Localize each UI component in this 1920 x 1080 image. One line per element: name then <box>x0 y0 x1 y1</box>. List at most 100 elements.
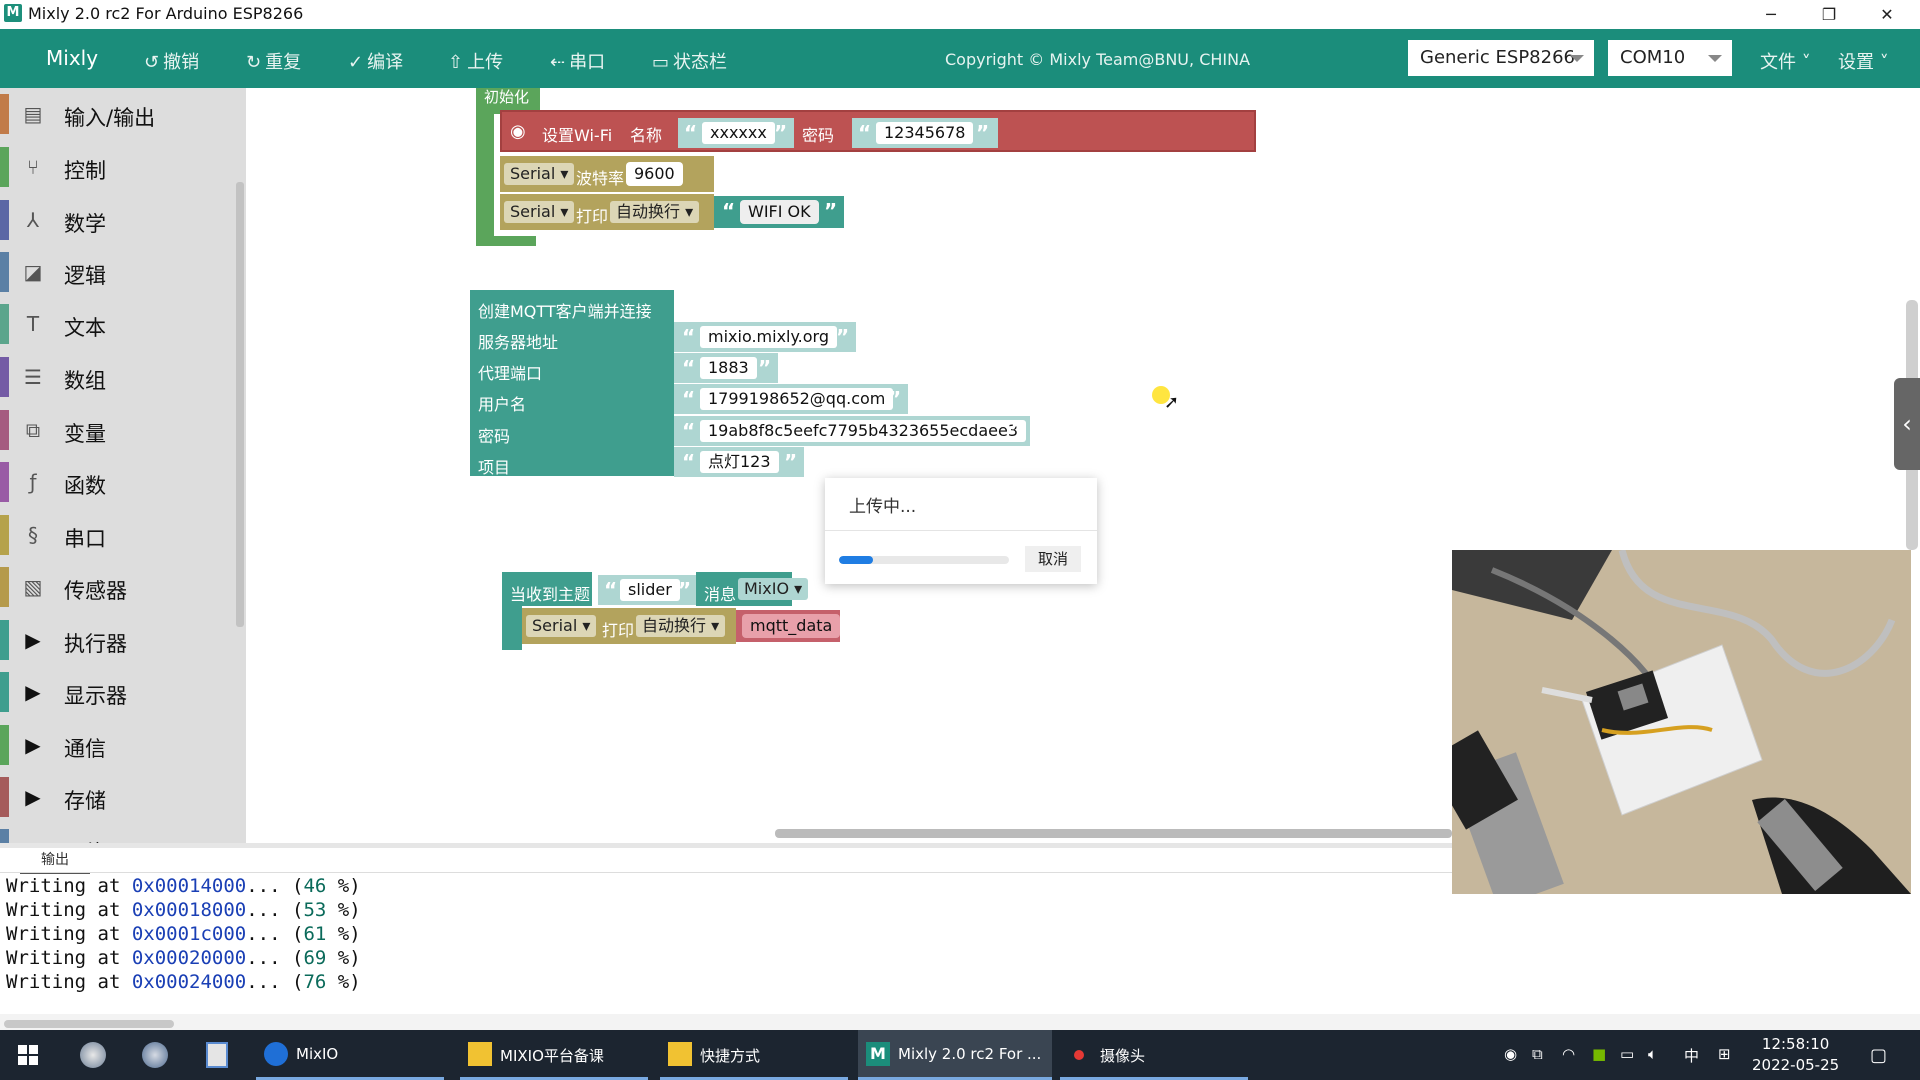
user-string-block[interactable]: “ 1799198652@qq.com ” <box>674 384 908 414</box>
category-actuators[interactable]: ▶ 执行器 <box>0 616 236 664</box>
wifi-password-value[interactable]: 12345678 <box>876 122 974 144</box>
bluetooth-icon[interactable]: ◉ <box>1504 1045 1517 1063</box>
project-string-block[interactable]: “ 点灯123 ” <box>674 447 804 477</box>
ime-indicator[interactable]: 中 <box>1684 1045 1699 1066</box>
baud-label: 波特率 <box>576 169 625 188</box>
mqtt-password-string-block[interactable]: “ 19ab8f8c5eefc7795b4323655ecdaee3 ” <box>674 416 1030 446</box>
topic-message-section[interactable]: 消息 MixIO ▾ <box>696 572 809 606</box>
board-select[interactable]: Generic ESP8266 <box>1408 40 1594 76</box>
output-prefix: Writing at <box>6 875 132 897</box>
keyboard-layout-icon[interactable]: ⊞ <box>1718 1045 1731 1063</box>
serial-begin-block[interactable]: Serial ▾ 波特率 9600 <box>500 156 714 192</box>
taskbar-app-camera[interactable]: 摄像头 <box>1060 1030 1248 1080</box>
category-sensors[interactable]: ▧ 传感器 <box>0 563 236 611</box>
topic-block-header[interactable]: 当收到主题 <box>502 572 592 606</box>
task-view-icon[interactable]: ⧉ <box>1532 1045 1543 1063</box>
file-menu[interactable]: 文件 ˅ <box>1760 48 1811 74</box>
category-io[interactable]: ▤ 输入/输出 <box>0 90 236 138</box>
category-functions[interactable]: ƒ 函数 <box>0 458 236 506</box>
taskbar-app-mixly[interactable]: M Mixly 2.0 rc2 For ... <box>858 1030 1052 1080</box>
port-string-block[interactable]: “ 1883 ” <box>674 353 778 383</box>
sidebar-scrollbar[interactable] <box>236 182 244 627</box>
restore-button[interactable]: ❐ <box>1806 0 1852 29</box>
serial-button[interactable]: ⇠ 串口 <box>550 48 605 74</box>
baud-value[interactable]: 9600 <box>626 162 683 186</box>
category-variables[interactable]: ⧉ 变量 <box>0 406 236 454</box>
drawer-toggle-button[interactable]: ‹ <box>1894 378 1920 470</box>
topic-value[interactable]: slider <box>620 579 680 601</box>
upload-button[interactable]: ⇧ 上传 <box>448 48 503 74</box>
output-console[interactable]: Writing at 0x00014000... (46 %) Writing … <box>0 873 1452 993</box>
pinned-app-icon[interactable] <box>142 1042 168 1068</box>
cancel-button[interactable]: 取消 <box>1025 546 1081 572</box>
category-network[interactable]: ▶ 网络 <box>0 825 236 843</box>
output-tab[interactable]: 输出 <box>20 848 90 874</box>
message-var-dropdown[interactable]: MixIO ▾ <box>738 578 809 600</box>
ssid-string-block[interactable]: “ xxxxxx ” <box>678 118 794 148</box>
notification-icon[interactable]: ▢ <box>1870 1045 1887 1066</box>
topic-print-block[interactable]: Serial ▾ 打印 自动换行 ▾ <box>522 608 736 644</box>
category-text[interactable]: T 文本 <box>0 300 236 348</box>
user-value[interactable]: 1799198652@qq.com <box>700 388 894 410</box>
wifi-password-string-block[interactable]: “ 12345678 ” <box>852 118 998 148</box>
taskbar-app-mixio[interactable]: MixIO <box>256 1030 444 1080</box>
server-value[interactable]: mixio.mixly.org <box>700 326 837 348</box>
mqtt-password-value[interactable]: 19ab8f8c5eefc7795b4323655ecdaee3 <box>700 420 1027 442</box>
mqtt-connect-block[interactable]: 创建MQTT客户端并连接 服务器地址 代理端口 用户名 密码 项目 <box>470 290 674 477</box>
output-horizontal-scrollbar[interactable] <box>4 1020 174 1028</box>
output-address: 0x00014000 <box>131 875 247 897</box>
redo-button[interactable]: ↻ 重复 <box>246 48 301 74</box>
wifi-block[interactable]: ◉ 设置Wi-Fi 名称 “ xxxxxx ” 密码 “ 12345678 ” <box>500 110 1256 152</box>
newline-dropdown[interactable]: 自动换行 ▾ <box>610 201 700 223</box>
newline-dropdown[interactable]: 自动换行 ▾ <box>636 615 726 637</box>
serial-dropdown[interactable]: Serial ▾ <box>504 201 575 223</box>
compile-button[interactable]: ✓ 编译 <box>348 48 403 74</box>
topic-string-block[interactable]: “ slider ” <box>598 575 696 605</box>
category-control[interactable]: ⑂ 控制 <box>0 143 236 191</box>
workspace-horizontal-scrollbar[interactable] <box>775 829 1452 838</box>
port-select[interactable]: COM10 <box>1608 40 1732 76</box>
mqtt-data-variable-block[interactable]: mqtt_data <box>736 610 841 642</box>
system-clock[interactable]: 12:58:10 2022-05-25 <box>1752 1034 1839 1076</box>
nvidia-icon[interactable]: ■ <box>1592 1045 1606 1063</box>
io-icon: ▤ <box>23 102 43 126</box>
statusbar-button[interactable]: ▭ 状态栏 <box>652 48 727 74</box>
windows-logo-icon[interactable] <box>18 1045 38 1069</box>
wifi-ok-value[interactable]: WIFI OK <box>740 200 819 224</box>
wifi-ok-string-block[interactable]: “ WIFI OK ” <box>714 196 844 228</box>
category-displays[interactable]: ▶ 显示器 <box>0 668 236 716</box>
brand-name[interactable]: Mixly <box>46 46 98 70</box>
minimize-button[interactable]: ─ <box>1748 0 1794 29</box>
ssid-value[interactable]: xxxxxx <box>702 122 775 144</box>
battery-icon[interactable]: ▭ <box>1620 1045 1634 1063</box>
quote-open-icon: “ <box>682 450 696 474</box>
volume-icon[interactable]: 🔈︎ <box>1648 1045 1657 1063</box>
project-value[interactable]: 点灯123 <box>700 451 779 473</box>
category-logic[interactable]: ◪ 逻辑 <box>0 248 236 296</box>
pinned-app-icon[interactable] <box>80 1042 106 1068</box>
port-label: 代理端口 <box>478 364 543 383</box>
setup-block-body[interactable] <box>476 114 494 244</box>
wifi-icon[interactable]: ◠ <box>1562 1045 1575 1063</box>
category-communication[interactable]: ▶ 通信 <box>0 721 236 769</box>
control-icon: ⑂ <box>27 155 39 179</box>
close-button[interactable]: ✕ <box>1864 0 1910 29</box>
category-array[interactable]: ☰ 数组 <box>0 353 236 401</box>
settings-menu[interactable]: 设置 ˅ <box>1838 48 1889 74</box>
category-storage[interactable]: ▶ 存储 <box>0 773 236 821</box>
calculator-icon[interactable] <box>206 1042 228 1068</box>
category-label: 通信 <box>64 737 106 761</box>
serial-dropdown[interactable]: Serial ▾ <box>504 163 575 185</box>
serial-dropdown[interactable]: Serial ▾ <box>526 615 597 637</box>
taskbar-app-folder2[interactable]: 快捷方式 <box>660 1030 848 1080</box>
server-string-block[interactable]: “ mixio.mixly.org ” <box>674 322 856 352</box>
port-value[interactable]: 1883 <box>700 357 757 379</box>
serial-print-block[interactable]: Serial ▾ 打印 自动换行 ▾ <box>500 194 714 230</box>
taskbar-app-folder1[interactable]: MIXIO平台备课 <box>460 1030 648 1080</box>
undo-button[interactable]: ↺ 撤销 <box>144 48 199 74</box>
category-math[interactable]: ⅄ 数学 <box>0 196 236 244</box>
output-splitter[interactable] <box>0 843 1452 848</box>
category-label: 显示器 <box>64 684 127 708</box>
category-serial[interactable]: § 串口 <box>0 511 236 559</box>
category-color-bar <box>0 410 9 450</box>
